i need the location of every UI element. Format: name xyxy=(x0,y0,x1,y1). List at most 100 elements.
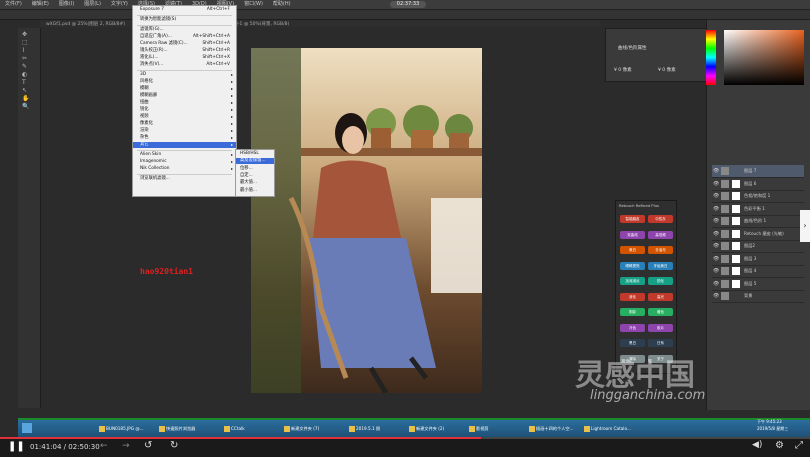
filter-menu-item[interactable]: 锐化 ▸ xyxy=(133,107,236,113)
taskbar-item[interactable]: BUN0185.JPG @... xyxy=(98,423,164,435)
plugin-button[interactable]: 美白 xyxy=(620,246,645,254)
fullscreen-icon[interactable]: ⤢ xyxy=(795,440,803,451)
photo-canvas[interactable] xyxy=(251,48,482,393)
taskbar-item[interactable]: 快速照片浏览器 xyxy=(158,423,224,435)
eye-icon[interactable]: 👁 xyxy=(713,290,719,302)
plugin-button[interactable]: 冷色 xyxy=(620,323,645,332)
filter-menu-item[interactable]: 镜头校正(R)... Shift+Ctrl+R xyxy=(133,48,236,54)
plugin-button[interactable]: 高低频 xyxy=(648,230,673,239)
plugin-button[interactable]: 暖色 xyxy=(648,308,673,316)
layer-row[interactable]: 👁 背景 xyxy=(712,290,804,303)
filter-menu-item[interactable]: 转换为智能滤镜(S) xyxy=(133,17,236,23)
document-tabs[interactable]: wXGf1.psd @ 25%(图层 2, RGB/8#)女神.psd @ 33… xyxy=(40,20,600,27)
play-pause-icon[interactable]: ❚❚ xyxy=(8,441,25,452)
filter-menu[interactable]: Exposure 7 Alt+Ctrl+F 转换为智能滤镜(S) 滤镜库(G)... 自… xyxy=(132,5,237,197)
tool-icon[interactable]: ⬚ xyxy=(22,40,28,46)
menubar-item[interactable]: 编辑(E) xyxy=(27,0,54,9)
filter-menu-item[interactable]: 杂色 ▸ xyxy=(133,135,236,141)
plugin-button[interactable]: 中性灰 xyxy=(648,215,673,223)
layer-row[interactable]: 👁 色相/饱和度 1 xyxy=(712,190,804,203)
document-tab[interactable]: wXGf1.psd @ 25%(图层 2, RGB/8#) xyxy=(40,21,131,28)
filter-menu-item[interactable]: Nik Collection ▸ xyxy=(133,166,236,172)
tool-icon[interactable]: ⌇ xyxy=(22,48,28,54)
eye-icon[interactable]: 👁 xyxy=(713,178,719,190)
eye-icon[interactable]: 👁 xyxy=(713,190,719,202)
plugin-button[interactable]: 牙齿美白 xyxy=(648,261,673,270)
layer-row[interactable]: 👁 图层 7 xyxy=(712,165,804,178)
plugin-button[interactable]: 液化 xyxy=(620,292,645,301)
submenu-item[interactable]: HSB/HSL xyxy=(236,151,274,157)
submenu-item[interactable]: 高反差保留... xyxy=(236,158,274,165)
layer-row[interactable]: 👁 图层 3 xyxy=(712,253,804,266)
filter-menu-item[interactable]: 模糊画廊 ▸ xyxy=(133,93,236,99)
taskbar-item[interactable]: Lightroom Catalo... xyxy=(583,423,649,435)
properties-row-2[interactable]: ¥ 0 像素 xyxy=(658,67,676,73)
plugin-button[interactable]: 加深减淡 xyxy=(620,277,645,285)
submenu-item[interactable]: 位移... xyxy=(236,166,274,172)
submenu-item[interactable]: 最小值... xyxy=(236,188,274,194)
properties-row-1[interactable]: ¥ 0 像素 xyxy=(614,67,632,73)
volume-icon[interactable]: ◀) xyxy=(752,440,762,450)
filter-menu-item[interactable]: 风格化 ▸ xyxy=(133,79,236,85)
plugin-button[interactable]: 眼睛提亮 xyxy=(620,261,645,270)
chevron-right-icon[interactable]: › xyxy=(800,210,810,242)
menubar-item[interactable]: 图像(I) xyxy=(54,0,79,9)
layer-row[interactable]: 👁 色彩平衡 1 xyxy=(712,203,804,216)
hue-slider[interactable] xyxy=(706,30,716,85)
filter-menu-item[interactable]: 液化(L)... Shift+Ctrl+X xyxy=(133,55,236,61)
gear-icon[interactable]: ⚙ xyxy=(775,440,784,451)
menubar-item[interactable]: 文字(Y) xyxy=(106,0,133,9)
color-picker[interactable] xyxy=(724,30,804,85)
filter-menu-item[interactable]: 视频 ▸ xyxy=(133,114,236,120)
arrow-left-icon[interactable]: ← xyxy=(100,441,108,451)
filter-menu-item[interactable]: 自适应广角(A)... Alt+Shift+Ctrl+A xyxy=(133,34,236,40)
other-submenu[interactable]: HSB/HSL 高反差保留... 位移... 自定... 最大值... 最小值... xyxy=(235,149,275,197)
menubar-item[interactable]: 图层(L) xyxy=(79,0,106,9)
filter-menu-item[interactable]: 浏览联机滤镜... xyxy=(133,176,236,182)
tool-icon[interactable]: ✎ xyxy=(22,64,28,70)
layer-row[interactable]: 👁 图层2 xyxy=(712,240,804,253)
plugin-button[interactable]: 智能磨皮 xyxy=(620,215,645,223)
tool-icon[interactable]: ↖ xyxy=(22,88,28,94)
taskbar-item[interactable]: 新建文件夹 (7) xyxy=(283,423,349,435)
submenu-item[interactable]: 最大值... xyxy=(236,180,274,186)
eye-icon[interactable]: 👁 xyxy=(713,165,719,177)
eye-icon[interactable]: 👁 xyxy=(713,228,719,240)
menubar-item[interactable]: 文件(F) xyxy=(0,0,27,9)
filter-menu-item[interactable]: Exposure 7 Alt+Ctrl+F xyxy=(133,7,236,13)
submenu-item[interactable]: 自定... xyxy=(236,173,274,179)
arrow-right-icon[interactable]: → xyxy=(122,441,130,451)
filter-menu-item[interactable]: Camera Raw 滤镜(C)... Shift+Ctrl+A xyxy=(133,41,236,47)
layer-row[interactable]: 👁 图层 5 xyxy=(712,278,804,291)
eye-icon[interactable]: 👁 xyxy=(713,240,719,252)
eye-icon[interactable]: 👁 xyxy=(713,215,719,227)
menubar-item[interactable]: 窗口(W) xyxy=(239,0,268,9)
tool-icon[interactable]: T xyxy=(22,80,28,86)
filter-menu-item[interactable]: Alien Skin ▸ xyxy=(133,152,236,158)
taskbar-item[interactable]: 2019.5.1 照 xyxy=(348,423,414,435)
filter-menu-item[interactable]: 扭曲 ▸ xyxy=(133,100,236,106)
filter-menu-item[interactable]: 消失点(V)... Alt+Ctrl+V xyxy=(133,62,236,68)
layer-row[interactable]: 👁 图层 4 xyxy=(712,265,804,278)
taskbar-item[interactable]: 影视剪 xyxy=(468,423,534,435)
menubar-item[interactable]: 帮助(H) xyxy=(268,0,296,9)
plugin-button[interactable]: 高光 xyxy=(648,292,673,301)
filter-menu-item[interactable]: 渲染 ▸ xyxy=(133,128,236,134)
windows-start-icon[interactable] xyxy=(22,423,32,433)
plugin-button[interactable]: 胶片 xyxy=(648,323,673,332)
replay-icon[interactable]: ↺ xyxy=(144,440,152,451)
forward-icon[interactable]: ↻ xyxy=(170,440,178,451)
plugin-button[interactable]: 锐化 xyxy=(648,277,673,285)
filter-menu-item[interactable]: 像素化 ▸ xyxy=(133,121,236,127)
plugin-button[interactable]: 黑白 xyxy=(620,339,645,347)
plugin-button[interactable]: 阴影 xyxy=(620,308,645,316)
filter-menu-item[interactable]: 其它 ▸ xyxy=(133,142,236,148)
filter-menu-item[interactable]: Imagenomic ▸ xyxy=(133,159,236,165)
tool-icon[interactable]: ✂ xyxy=(22,56,28,62)
filter-menu-item[interactable]: 3D ▸ xyxy=(133,72,236,78)
layer-row[interactable]: 👁 Retouch 磨皮 (光敏) xyxy=(712,228,804,241)
eye-icon[interactable]: 👁 xyxy=(713,253,719,265)
taskbar-item[interactable]: 新建文件夹 (2) xyxy=(408,423,474,435)
plugin-button[interactable]: 双曲线 xyxy=(620,230,645,239)
tool-icon[interactable]: 🔍 xyxy=(22,104,29,110)
